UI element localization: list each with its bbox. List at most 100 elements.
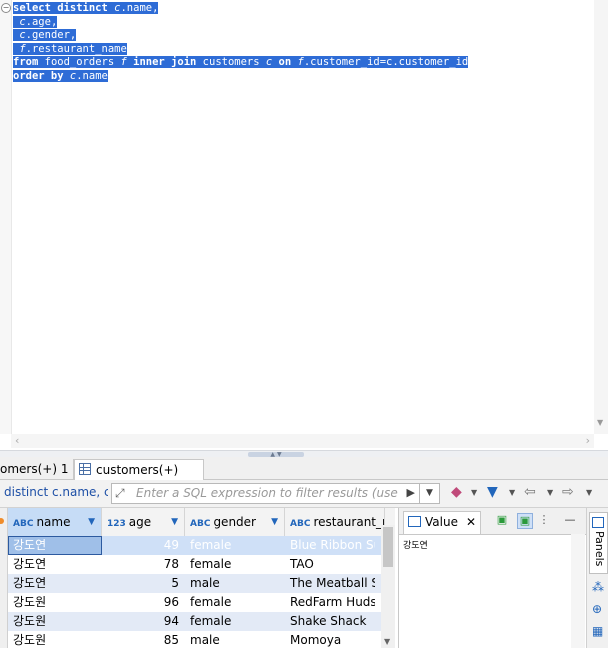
cell-age[interactable]: 49: [102, 536, 185, 555]
grouping-icon[interactable]: ▦: [592, 624, 603, 638]
fold-collapse-icon[interactable]: −: [1, 3, 11, 13]
filter-input[interactable]: ⤢ Enter a SQL expression to filter resul…: [111, 483, 422, 504]
scroll-right-icon[interactable]: ›: [586, 434, 590, 447]
column-name: name: [36, 515, 71, 529]
panels-tab[interactable]: Panels: [589, 512, 608, 574]
back-icon[interactable]: ⇦: [524, 484, 536, 500]
auto-apply-icon[interactable]: ▣: [517, 513, 533, 529]
cell-gender[interactable]: female: [185, 593, 285, 612]
apply-filter-icon[interactable]: ▶: [407, 486, 415, 499]
value-icon: [408, 516, 421, 527]
column-type-icon: ABC: [290, 519, 311, 529]
forward-icon[interactable]: ⇨: [562, 484, 574, 500]
cell-restaurant[interactable]: Shake Shack: [285, 612, 375, 631]
code-line: from food_orders f inner join customers …: [13, 56, 469, 70]
column-header-gender[interactable]: ABC gender ▼: [185, 508, 285, 536]
table-row[interactable]: 강도연 78 female TAO: [0, 555, 395, 574]
table-alias: c: [13, 29, 26, 41]
code-line: order by c.name: [13, 69, 468, 84]
sql-editor[interactable]: − select distinct c.name, c.age, c.gende…: [0, 0, 608, 450]
cell-gender[interactable]: female: [185, 612, 285, 631]
save-icon[interactable]: ▣: [495, 513, 509, 527]
value-panel: Value ✕ ▣ ▣ ⋮ — 강도연: [398, 508, 587, 648]
table-row[interactable]: 강도원96femaleRedFarm Hudson: [0, 593, 395, 612]
cell-age[interactable]: 85: [102, 631, 185, 648]
query-text: distinct c.name, c.a: [4, 485, 108, 499]
cell-name[interactable]: 강도원: [8, 593, 102, 612]
column-name: gender: [213, 515, 256, 529]
sql-token: customers: [196, 56, 266, 68]
code-line: c.age,: [13, 15, 468, 30]
cell-age[interactable]: 78: [102, 555, 185, 574]
cell-name[interactable]: 강도연: [8, 536, 102, 555]
cell-name[interactable]: 강도원: [8, 612, 102, 631]
editor-gutter: −: [0, 0, 12, 434]
tab-customers-2[interactable]: customers(+) 2✕: [74, 459, 204, 498]
sort-icon[interactable]: ▼: [88, 508, 95, 536]
scroll-left-icon[interactable]: ‹: [15, 434, 19, 447]
cell-gender[interactable]: male: [185, 631, 285, 648]
results-grid[interactable]: ABCname▼123age▼ABCgender▼ABCrestaurant_n…: [0, 508, 395, 648]
sql-token: .gender,: [25, 29, 77, 41]
cell-age[interactable]: 94: [102, 612, 185, 631]
cell-age[interactable]: 96: [102, 593, 185, 612]
code-line: c.gender,: [13, 29, 468, 43]
sql-keyword: inner join: [126, 56, 197, 68]
filter-history-dropdown[interactable]: ▼: [419, 483, 440, 504]
cell-restaurant[interactable]: The Meatball Shop: [285, 574, 375, 593]
sort-icon[interactable]: ▼: [171, 508, 178, 536]
cell-restaurant[interactable]: Blue Ribbon Sushi: [285, 536, 375, 555]
cell-restaurant[interactable]: TAO: [285, 555, 375, 574]
scroll-thumb[interactable]: [383, 527, 393, 567]
column-header-restaurant_na[interactable]: ABCrestaurant_na: [285, 508, 385, 536]
column-type-icon: ABC: [13, 519, 34, 529]
filter-icon[interactable]: ▼: [487, 484, 498, 500]
chevron-down-icon[interactable]: ▼: [471, 488, 477, 497]
table-row[interactable]: 강도연5maleThe Meatball Shop: [0, 574, 395, 593]
scroll-down-icon[interactable]: ▼: [597, 418, 603, 427]
sql-token: food_orders: [38, 56, 121, 68]
cell-name[interactable]: 강도원: [8, 631, 102, 648]
tab-customers-1[interactable]: omers(+) 1: [0, 459, 74, 479]
selected-text: from food_orders f inner join customers …: [13, 56, 469, 68]
panel-icon: [592, 517, 604, 528]
table-row[interactable]: 강도연49femaleBlue Ribbon Sushi: [0, 536, 395, 555]
cell-name[interactable]: 강도연: [8, 574, 102, 593]
cell-gender[interactable]: female: [185, 555, 285, 574]
table-row[interactable]: 강도원 94 female Shake Shack: [0, 612, 395, 631]
grid-scrollbar[interactable]: ▼: [381, 525, 395, 648]
column-type-icon: 123: [107, 519, 126, 529]
chevron-down-icon[interactable]: ▼: [509, 488, 515, 497]
scroll-down-icon[interactable]: ▼: [384, 637, 390, 646]
chevron-down-icon[interactable]: ▼: [547, 488, 553, 497]
column-header-age[interactable]: 123 age ▼: [102, 508, 185, 536]
editor-vertical-scrollbar[interactable]: ▼: [594, 0, 608, 434]
panels-label: Panels: [593, 531, 606, 567]
calculator-icon[interactable]: ⊕: [592, 602, 602, 616]
value-content[interactable]: 강도연: [403, 538, 428, 551]
cell-restaurant[interactable]: Momoya: [285, 631, 375, 648]
code-line: select distinct c.name,: [13, 2, 468, 16]
grid-icon: [79, 463, 91, 475]
chevron-down-icon[interactable]: ▼: [586, 488, 592, 497]
column-header-name[interactable]: ABC name ▼: [8, 508, 102, 536]
tab-value[interactable]: Value ✕: [403, 511, 481, 534]
cell-restaurant[interactable]: RedFarm Hudson: [285, 593, 375, 612]
cell-age[interactable]: 5: [102, 574, 185, 593]
close-icon[interactable]: ✕: [466, 515, 476, 529]
table-row[interactable]: 강도원 85 male Momoya: [0, 631, 395, 648]
value-scrollbar[interactable]: [571, 534, 585, 648]
row-header-bar: [0, 508, 8, 648]
minimize-icon[interactable]: —: [563, 513, 577, 527]
eraser-icon[interactable]: ◆: [451, 484, 462, 500]
cell-gender[interactable]: male: [185, 574, 285, 593]
selected-text: f.restaurant_name: [13, 42, 127, 55]
sort-icon[interactable]: ▼: [271, 508, 278, 536]
cell-name[interactable]: 강도연: [8, 555, 102, 574]
editor-horizontal-scrollbar[interactable]: ‹ ›: [11, 434, 594, 448]
metadata-icon[interactable]: ⁂: [592, 580, 604, 594]
expand-icon[interactable]: ⤢: [115, 486, 125, 501]
sql-code[interactable]: select distinct c.name, c.age, c.gender,…: [13, 2, 469, 84]
more-options-icon[interactable]: ⋮: [537, 513, 551, 527]
cell-gender[interactable]: female: [185, 536, 285, 555]
